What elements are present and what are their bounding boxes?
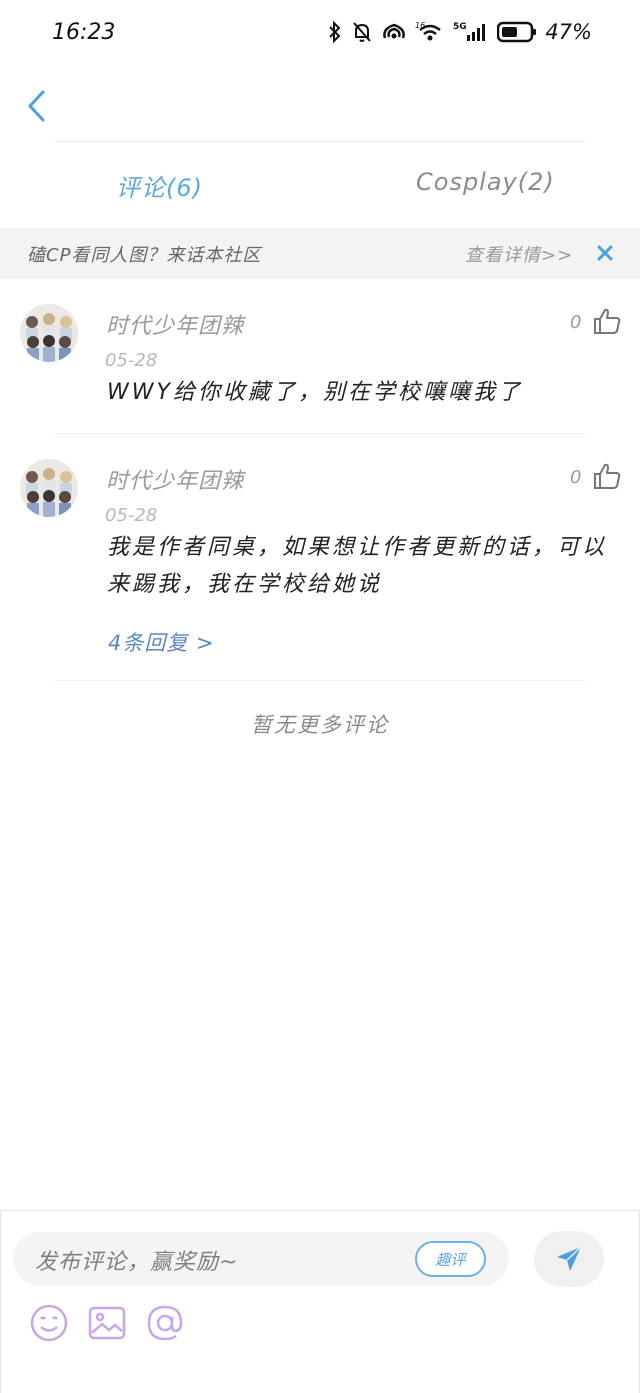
view-replies-link[interactable]: 4条回复 > bbox=[108, 627, 215, 657]
close-icon[interactable] bbox=[595, 243, 615, 263]
no-more-comments: 暂无更多评论 bbox=[251, 713, 389, 737]
send-icon bbox=[557, 1246, 582, 1271]
comment-item: 时代少年团辣 05-28 0 我是作者同桌，如果想让作者更新的话，可以来踢我，我… bbox=[0, 445, 640, 680]
svg-text:5G: 5G bbox=[453, 22, 467, 32]
like-count: 0 bbox=[570, 312, 582, 333]
comment-date: 05-28 bbox=[105, 505, 158, 526]
tab-comments[interactable]: 评论(6) bbox=[116, 168, 203, 203]
mention-icon[interactable] bbox=[145, 1303, 185, 1343]
mute-bell-icon bbox=[353, 22, 372, 42]
avatar[interactable] bbox=[20, 459, 78, 517]
promo-banner: 磕CP看同人图？来话本社区 查看详情>> bbox=[0, 228, 640, 279]
status-time: 16:23 bbox=[52, 19, 116, 45]
thumbs-up-icon[interactable] bbox=[592, 461, 622, 491]
like-count: 0 bbox=[570, 467, 582, 488]
comment-text: 我是作者同桌，如果想让作者更新的话，可以来踢我，我在学校给她说 bbox=[107, 535, 608, 597]
comment-input-placeholder: 发布评论，赢奖励~ bbox=[35, 1250, 239, 1275]
tab-bar: 评论(6) Cosplay(2) bbox=[0, 150, 640, 222]
comment-text: WWY给你收藏了，别在学校嚷嚷我了 bbox=[107, 380, 523, 405]
battery-icon bbox=[497, 21, 537, 43]
comment-input[interactable]: 发布评论，赢奖励~ 趣评 bbox=[13, 1232, 509, 1286]
chevron-left-icon bbox=[28, 90, 45, 122]
banner-text: 磕CP看同人图？来话本社区 bbox=[27, 244, 262, 266]
avatar[interactable] bbox=[20, 304, 78, 362]
comment-date: 05-28 bbox=[105, 350, 158, 371]
comment-username[interactable]: 时代少年团辣 bbox=[106, 463, 244, 495]
comment-divider bbox=[55, 680, 585, 681]
nav-divider bbox=[55, 141, 585, 142]
back-button[interactable] bbox=[20, 88, 52, 124]
comment-divider bbox=[55, 433, 585, 434]
battery-percent: 47% bbox=[545, 20, 592, 44]
qu-ping-button[interactable]: 趣评 bbox=[415, 1241, 486, 1277]
tab-cosplay[interactable]: Cosplay(2) bbox=[416, 168, 555, 196]
comment-item: 时代少年团辣 05-28 0 WWY给你收藏了，别在学校嚷嚷我了 bbox=[0, 290, 640, 435]
thumbs-up-icon[interactable] bbox=[592, 306, 622, 336]
signal-5g-icon: 5G bbox=[453, 22, 486, 41]
bluetooth-icon bbox=[329, 20, 341, 44]
banner-details-link[interactable]: 查看详情>> bbox=[465, 241, 573, 267]
hotspot-icon bbox=[383, 23, 406, 39]
status-icons: 16 5G 47% bbox=[327, 20, 592, 44]
status-bar: 16:23 16 5G 47% bbox=[0, 0, 640, 64]
nav-bar bbox=[0, 70, 640, 140]
image-icon[interactable] bbox=[87, 1303, 127, 1343]
comment-username[interactable]: 时代少年团辣 bbox=[106, 308, 244, 340]
comment-composer: 发布评论，赢奖励~ 趣评 bbox=[0, 1210, 640, 1393]
emoji-icon[interactable] bbox=[29, 1303, 69, 1343]
send-button[interactable] bbox=[534, 1231, 604, 1287]
wifi-icon: 16 bbox=[415, 21, 442, 41]
